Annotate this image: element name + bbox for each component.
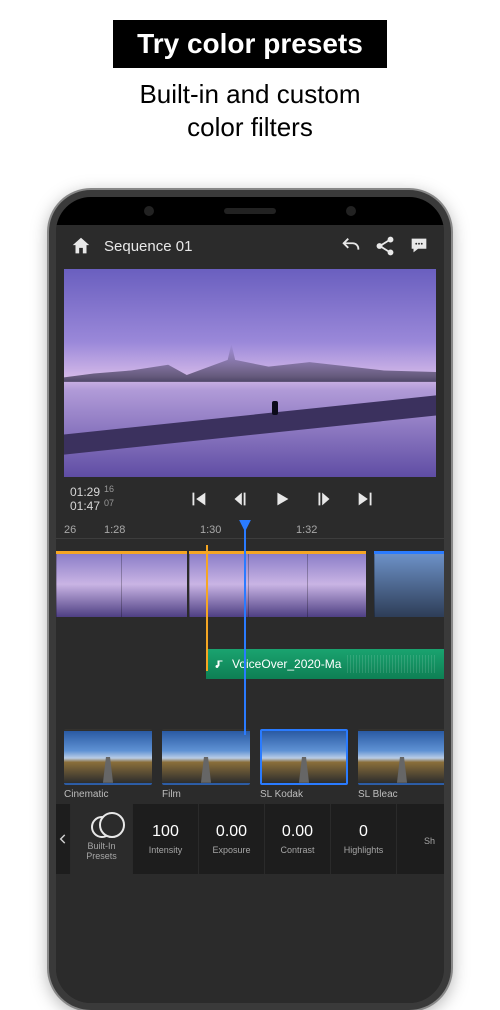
promo-subtitle: Built-in and custom color filters: [0, 78, 500, 143]
builtin-presets-button[interactable]: Built-In Presets: [70, 804, 132, 874]
skip-end-icon[interactable]: [355, 488, 377, 510]
total-timecode: 01:47: [70, 499, 100, 513]
preset-thumbnail: [64, 729, 152, 785]
param-highlights[interactable]: 0 Highlights: [330, 804, 396, 874]
builtin-presets-label: Built-In Presets: [86, 842, 117, 862]
timeline[interactable]: VoiceOver_2020-Ma: [56, 545, 444, 725]
param-label: Intensity: [149, 845, 183, 855]
preset-thumbnail: [260, 729, 348, 785]
total-frames: 07: [104, 498, 114, 512]
presets-icon: [91, 816, 113, 838]
preset-thumbnail: [162, 729, 250, 785]
step-forward-icon[interactable]: [313, 488, 335, 510]
back-button[interactable]: [56, 804, 70, 874]
skip-start-icon[interactable]: [187, 488, 209, 510]
current-timecode: 01:29: [70, 485, 100, 499]
sequence-title[interactable]: Sequence 01: [104, 238, 192, 255]
audio-clip[interactable]: VoiceOver_2020-Ma: [206, 649, 444, 679]
param-label: Exposure: [212, 845, 250, 855]
param-label: Contrast: [280, 845, 314, 855]
preset-film[interactable]: Film: [162, 729, 250, 800]
play-icon[interactable]: [271, 488, 293, 510]
phone-notch: [56, 197, 444, 225]
param-contrast[interactable]: 0.00 Contrast: [264, 804, 330, 874]
preset-label: SL Kodak: [260, 789, 348, 800]
param-exposure[interactable]: 0.00 Exposure: [198, 804, 264, 874]
video-preview[interactable]: [64, 269, 436, 477]
param-label: Highlights: [344, 845, 384, 855]
param-label: Sh: [424, 836, 435, 846]
preset-sl-bleac[interactable]: SL Bleac: [358, 729, 444, 800]
audio-clip-label: VoiceOver_2020-Ma: [232, 657, 341, 671]
param-value: 0.00: [282, 823, 313, 841]
parameter-bar: Built-In Presets 100 Intensity 0.00 Exposur…: [56, 804, 444, 874]
preset-strip[interactable]: Cinematic Film SL Kodak SL Bleac: [56, 725, 444, 804]
home-icon[interactable]: [70, 235, 92, 257]
promo-header: Try color presets Built-in and custom co…: [0, 0, 500, 153]
param-value: 0.00: [216, 823, 247, 841]
transport-bar: 01:29 16 01:47 07: [56, 477, 444, 520]
current-frames: 16: [104, 484, 114, 498]
preset-sl-kodak[interactable]: SL Kodak: [260, 729, 348, 800]
video-clip[interactable]: [189, 551, 367, 617]
undo-icon[interactable]: [340, 235, 362, 257]
timecode-display: 01:29 16 01:47 07: [70, 485, 114, 514]
phone-frame: Sequence 01 01:29 16 01:47 07: [49, 190, 451, 1010]
promo-banner: Try color presets: [113, 20, 387, 68]
preset-cinematic[interactable]: Cinematic: [64, 729, 152, 800]
param-value: 100: [152, 823, 179, 841]
preset-label: Cinematic: [64, 789, 152, 800]
preset-thumbnail: [358, 729, 444, 785]
param-intensity[interactable]: 100 Intensity: [132, 804, 198, 874]
video-clip[interactable]: [56, 551, 187, 617]
app-screen: Sequence 01 01:29 16 01:47 07: [56, 225, 444, 1003]
share-icon[interactable]: [374, 235, 396, 257]
ruler-tick: 1:32: [296, 524, 392, 536]
ruler-tick: 26: [64, 524, 104, 536]
param-value: 0: [359, 823, 368, 841]
preset-label: Film: [162, 789, 250, 800]
ruler-tick: 1:28: [104, 524, 200, 536]
video-clip[interactable]: [374, 551, 444, 617]
playhead[interactable]: [244, 521, 246, 735]
edit-point-marker[interactable]: [206, 545, 208, 671]
timeline-ruler[interactable]: 26 1:28 1:30 1:32: [56, 520, 444, 539]
top-bar: Sequence 01: [56, 225, 444, 269]
video-track: [56, 551, 444, 617]
step-back-icon[interactable]: [229, 488, 251, 510]
comment-icon[interactable]: [408, 235, 430, 257]
music-note-icon: [214, 658, 226, 670]
param-sh[interactable]: Sh: [396, 804, 451, 874]
preset-label: SL Bleac: [358, 789, 444, 800]
